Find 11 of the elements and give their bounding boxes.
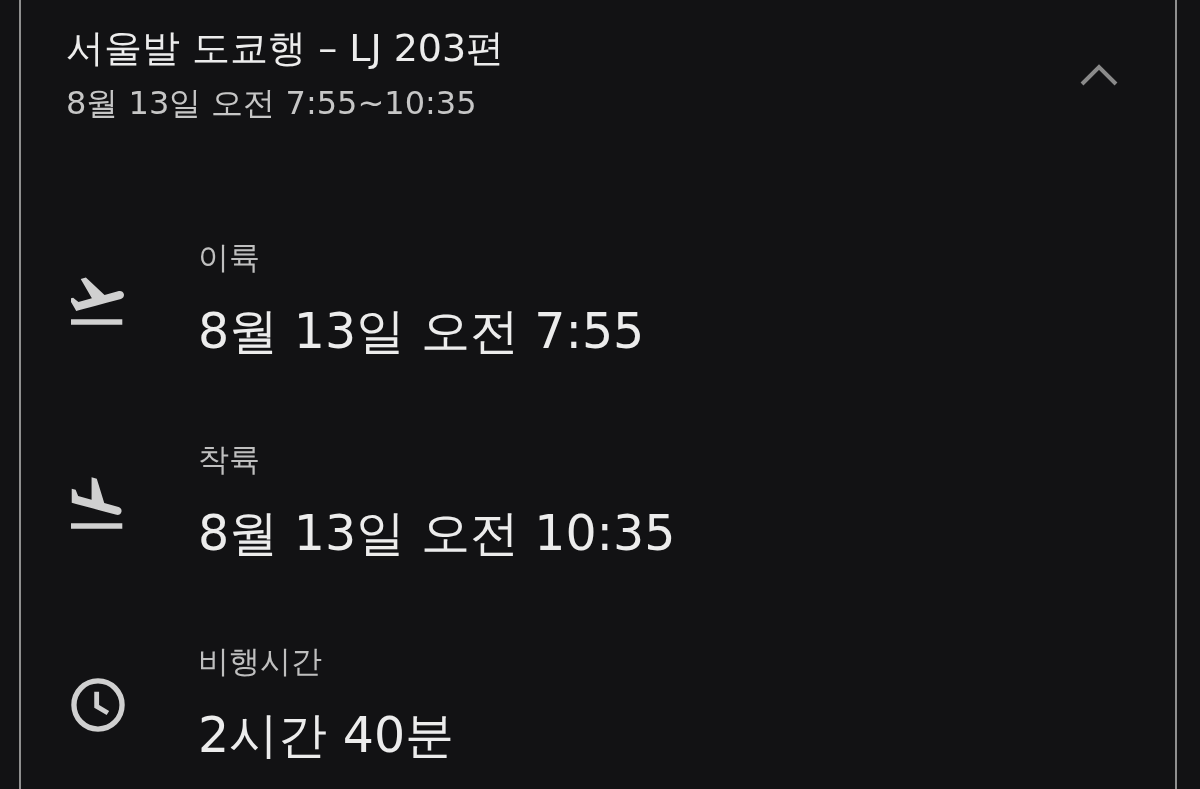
- detail-label: 이륙: [198, 238, 261, 277]
- detail-label: 착륙: [198, 440, 261, 479]
- detail-value: 8월 13일 오전 7:55: [198, 302, 645, 362]
- detail-value: 8월 13일 오전 10:35: [198, 504, 676, 564]
- detail-label: 비행시간: [198, 642, 323, 681]
- flight-time-range: 8월 13일 오전 7:55~10:35: [66, 83, 478, 124]
- flight-title: 서울발 도쿄행 – LJ 203편: [66, 25, 505, 72]
- chevron-icon: [1080, 63, 1118, 87]
- airplane-landing-icon: [71, 475, 125, 530]
- detail-value: 2시간 40분: [198, 706, 455, 766]
- clock-icon: [71, 677, 125, 732]
